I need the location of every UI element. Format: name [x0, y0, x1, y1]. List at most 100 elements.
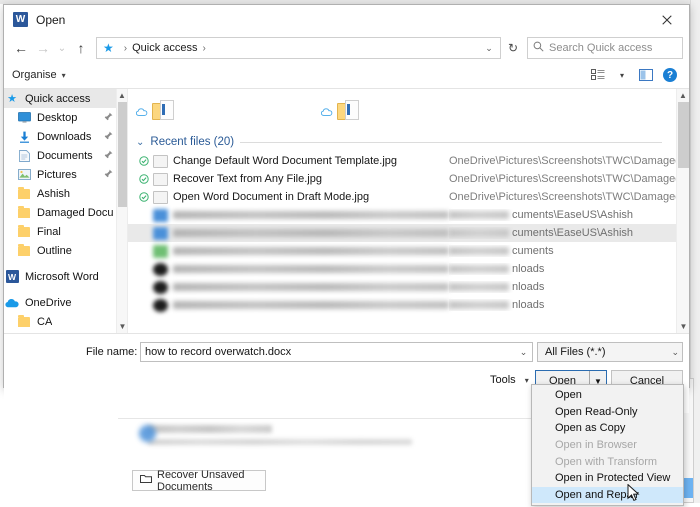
file-name-input[interactable]	[141, 343, 515, 361]
sidebar-item-downloads[interactable]: Downloads	[4, 127, 127, 146]
file-row[interactable]: cuments\EaseUS\Ashish	[128, 206, 676, 224]
help-button[interactable]: ?	[659, 65, 681, 85]
back-arrow-icon[interactable]: ←	[10, 37, 32, 59]
sidebar-item-quick-access[interactable]: ★ Quick access	[4, 89, 127, 108]
file-path: nloads	[449, 263, 544, 275]
folder-open-icon	[140, 474, 152, 487]
dark-file-icon	[153, 262, 168, 276]
file-name-redacted	[173, 301, 449, 309]
folder-icon	[337, 99, 363, 125]
sidebar-item-ca[interactable]: CA	[4, 312, 127, 331]
quick-access-star-icon: ★	[103, 41, 114, 55]
file-path: nloads	[449, 281, 544, 293]
sync-complete-icon	[138, 192, 150, 202]
file-name-redacted	[173, 283, 449, 291]
chevron-up-icon[interactable]: ▲	[677, 89, 689, 102]
sidebar-item-ashish[interactable]: Ashish	[4, 184, 127, 203]
tools-button[interactable]: Tools ▾	[490, 374, 529, 386]
file-row[interactable]: nloads	[128, 260, 676, 278]
file-name-field[interactable]: ⌄	[140, 342, 533, 362]
folder-icon	[16, 224, 32, 237]
documents-icon	[16, 149, 32, 162]
pin-icon[interactable]	[104, 112, 113, 123]
sidebar-scroll-thumb[interactable]	[118, 102, 127, 207]
menu-item-open-with-transform: Open with Transform	[555, 455, 658, 468]
organise-button[interactable]: Organise ▾	[12, 69, 66, 81]
pin-icon[interactable]	[104, 150, 113, 161]
chevron-up-icon[interactable]: ▲	[117, 89, 127, 102]
recover-unsaved-label: Recover Unsaved Documents	[157, 468, 245, 493]
file-name-redacted	[173, 229, 449, 237]
file-path: nloads	[449, 299, 544, 311]
sidebar-item-microsoft-word[interactable]: W Microsoft Word	[4, 267, 127, 286]
file-path-text: cuments\EaseUS\Ashish	[512, 227, 634, 239]
sidebar-item-outline[interactable]: Outline	[4, 241, 127, 260]
sidebar-item-label: Microsoft Word	[25, 270, 99, 283]
tools-label: Tools	[490, 374, 516, 386]
pinned-folder-tile[interactable]	[135, 95, 321, 125]
sidebar-group-spacer	[4, 260, 127, 267]
pin-icon[interactable]	[104, 169, 113, 180]
background-doc-icon	[139, 425, 156, 442]
chevron-down-icon: ▾	[61, 70, 66, 80]
chevron-down-icon: ⌄	[671, 346, 679, 357]
dialog-title: Open	[36, 12, 66, 27]
sidebar-item-documents[interactable]: Documents	[4, 146, 127, 165]
preview-pane-icon[interactable]	[635, 65, 657, 85]
recent-locations-icon[interactable]: ⌄	[54, 37, 70, 59]
sidebar-item-final[interactable]: Final	[4, 222, 127, 241]
chevron-down-icon[interactable]: ⌄	[136, 137, 144, 148]
pinned-folder-tile[interactable]	[320, 95, 506, 125]
word-app-icon: W	[13, 12, 28, 27]
command-bar: Organise ▾ ▾ ?	[4, 62, 689, 89]
file-row[interactable]: Recover Text from Any File.jpg OneDrive\P…	[128, 170, 676, 188]
file-path-redacted	[449, 229, 509, 238]
file-row[interactable]: nloads	[128, 278, 676, 296]
menu-item-open-as-copy[interactable]: Open as Copy	[532, 420, 683, 437]
file-row[interactable]: Open Word Document in Draft Mode.jpg OneD…	[128, 188, 676, 206]
refresh-icon[interactable]: ↻	[501, 37, 525, 59]
file-row[interactable]: nloads	[128, 296, 676, 314]
recent-files-title: Recent files (20)	[150, 136, 235, 148]
recover-unsaved-documents-button[interactable]: Recover Unsaved Documents	[132, 468, 266, 493]
sidebar-item-label: OneDrive	[25, 296, 72, 309]
file-row[interactable]: Change Default Word Document Template.jp…	[128, 152, 676, 170]
search-input[interactable]: Search Quick access	[527, 37, 683, 59]
chevron-down-icon[interactable]: ▼	[117, 320, 127, 333]
sidebar-item-pictures[interactable]: Pictures	[4, 165, 127, 184]
sync-complete-icon	[138, 174, 150, 184]
close-icon[interactable]	[645, 5, 689, 34]
chevron-down-icon[interactable]: ▼	[677, 320, 689, 333]
file-row[interactable]: cuments\EaseUS\Ashish	[128, 224, 676, 242]
address-bar[interactable]: ★ › Quick access › ⌄	[96, 37, 501, 59]
navigation-bar: ← → ⌄ ↑ ★ › Quick access › ⌄ ↻ Search Qu…	[4, 34, 689, 62]
file-row[interactable]: cuments	[128, 242, 676, 260]
up-arrow-icon[interactable]: ↑	[70, 37, 92, 59]
navigation-sidebar: ★ Quick access Desktop Downloads Documents Pi…	[4, 89, 128, 333]
folder-icon	[16, 186, 32, 199]
image-file-icon	[153, 154, 168, 168]
file-path-redacted	[449, 211, 509, 220]
onedrive-cloud-icon	[135, 107, 148, 119]
file-list-scroll-thumb[interactable]	[678, 102, 689, 168]
sidebar-item-onedrive[interactable]: OneDrive	[4, 293, 127, 312]
open-dropdown-menu: Open Open Read-Only Open as Copy Open in Br…	[531, 384, 684, 507]
word-app-icon: W	[4, 270, 20, 283]
chevron-down-icon[interactable]: ⌄	[480, 43, 498, 54]
chevron-down-icon[interactable]: ⌄	[515, 347, 532, 358]
sidebar-scrollbar[interactable]: ▲ ▼	[116, 89, 127, 333]
breadcrumb-quick-access[interactable]: Quick access	[132, 42, 197, 54]
file-type-select[interactable]: All Files (*.*) ⌄	[537, 342, 683, 362]
menu-item-open-and-repair[interactable]: Open and Repair	[532, 486, 683, 504]
sidebar-item-damaged-docur[interactable]: Damaged Docur	[4, 203, 127, 222]
chevron-down-icon[interactable]: ▾	[611, 65, 633, 85]
file-list-scrollbar[interactable]: ▲ ▼	[676, 89, 689, 333]
menu-item-open-read-only[interactable]: Open Read-Only	[532, 404, 683, 421]
pin-icon[interactable]	[104, 131, 113, 142]
onedrive-cloud-icon	[320, 107, 333, 119]
file-path-text: nloads	[512, 263, 545, 275]
menu-item-open[interactable]: Open	[532, 387, 683, 404]
sidebar-item-desktop[interactable]: Desktop	[4, 108, 127, 127]
view-options-icon[interactable]	[587, 65, 609, 85]
menu-item-open-in-protected-view[interactable]: Open in Protected View	[532, 470, 683, 487]
